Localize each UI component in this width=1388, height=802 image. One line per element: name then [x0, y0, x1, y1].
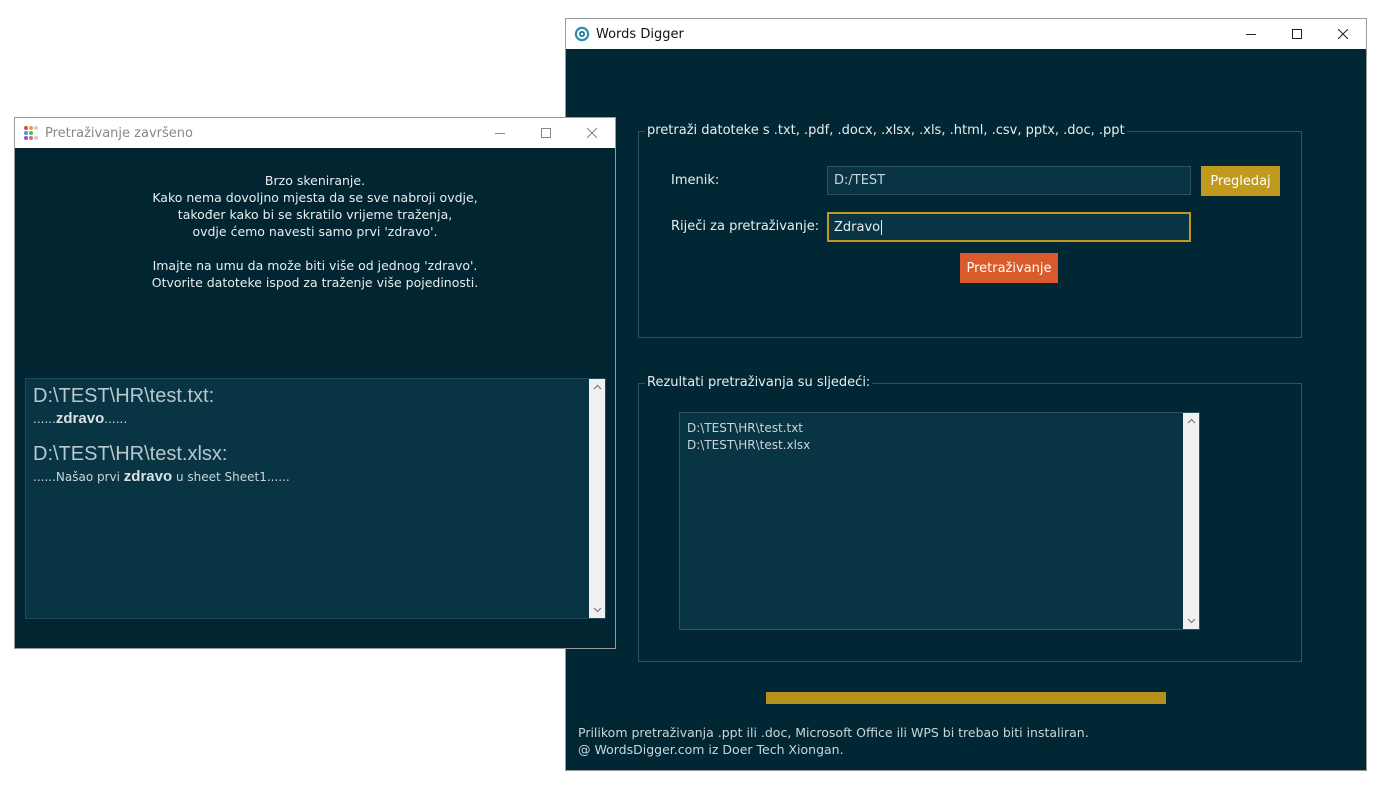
dialog-close-button[interactable] — [569, 118, 615, 148]
scroll-up-icon[interactable] — [1183, 413, 1199, 429]
search-words-label: Riječi za pretraživanje: — [671, 219, 820, 234]
directory-input-value: D:/TEST — [834, 173, 886, 188]
search-progress-bar — [766, 692, 1166, 704]
details-scrollbar[interactable] — [589, 379, 605, 618]
scroll-up-icon[interactable] — [589, 379, 605, 395]
dialog-message: Brzo skeniranje. Kako nema dovoljno mjes… — [15, 172, 615, 291]
close-icon — [587, 128, 597, 138]
message-line: također kako bi se skratilo vrijeme traž… — [177, 207, 453, 222]
search-words-input-value: Zdravo — [834, 219, 881, 235]
details-box[interactable]: D:\TEST\HR\test.txt: ......zdravo...... … — [25, 378, 606, 619]
close-icon — [1338, 29, 1348, 39]
dialog-client-area: Brzo skeniranje. Kako nema dovoljno mjes… — [15, 149, 615, 648]
detail-file-path: D:\TEST\HR\test.txt: — [33, 385, 215, 407]
browse-button[interactable]: Pregledaj — [1201, 166, 1280, 196]
dialog-title: Pretraživanje završeno — [45, 125, 193, 141]
message-line: Brzo skeniranje. — [264, 173, 366, 188]
file-types-legend: pretraži datoteke s .txt, .pdf, .docx, .… — [645, 123, 1127, 138]
results-legend: Rezultati pretraživanja su sljedeći: — [645, 375, 873, 390]
result-item[interactable]: D:\TEST\HR\test.txt — [687, 420, 810, 437]
app-logo-icon — [574, 26, 590, 42]
dots-app-icon — [24, 126, 38, 140]
main-client-area: pretraži datoteke s .txt, .pdf, .docx, .… — [566, 50, 1366, 770]
words-digger-window: Words Digger pretraži datoteke s .txt, .… — [565, 18, 1367, 771]
dialog-minimize-button[interactable] — [477, 118, 523, 148]
minimize-button[interactable] — [1228, 19, 1274, 49]
main-title-bar[interactable]: Words Digger — [566, 19, 1366, 49]
maximize-button[interactable] — [1274, 19, 1320, 49]
text-caret — [881, 219, 883, 235]
search-button[interactable]: Pretraživanje — [960, 253, 1058, 283]
footer-note: Prilikom pretraživanja .ppt ili .doc, Mi… — [578, 725, 1089, 740]
dialog-title-bar[interactable]: Pretraživanje završeno — [15, 118, 615, 148]
search-finished-dialog: Pretraživanje završeno Brzo skeniranje. … — [14, 117, 616, 649]
message-line: Kako nema dovoljno mjesta da se sve nabr… — [152, 190, 478, 205]
main-window-title: Words Digger — [596, 26, 684, 42]
directory-input[interactable]: D:/TEST — [827, 166, 1191, 195]
search-words-input[interactable]: Zdravo — [827, 212, 1191, 242]
close-button[interactable] — [1320, 19, 1366, 49]
maximize-icon — [541, 128, 551, 138]
message-line: Otvorite datoteke ispod za traženje više… — [151, 275, 479, 290]
results-scrollbar[interactable] — [1183, 413, 1199, 629]
detail-file-path: D:\TEST\HR\test.xlsx: — [33, 443, 228, 465]
directory-label: Imenik: — [671, 173, 720, 188]
detail-keyword: zdravo — [55, 410, 105, 427]
minimize-icon — [1246, 34, 1256, 35]
detail-snippet: ......Našao prvi zdravo u sheet Sheet1..… — [33, 468, 290, 485]
message-line: Imajte na umu da može biti više od jedno… — [152, 258, 478, 273]
maximize-icon — [1292, 29, 1302, 39]
scroll-down-icon[interactable] — [589, 602, 605, 618]
dialog-maximize-button[interactable] — [523, 118, 569, 148]
scroll-down-icon[interactable] — [1183, 613, 1199, 629]
detail-keyword: zdravo — [123, 468, 173, 485]
result-item[interactable]: D:\TEST\HR\test.xlsx — [687, 437, 810, 454]
detail-snippet: ......zdravo...... — [33, 410, 128, 427]
minimize-icon — [495, 133, 505, 134]
message-line: ovdje ćemo navesti samo prvi 'zdravo'. — [192, 224, 438, 239]
results-list[interactable]: D:\TEST\HR\test.txt D:\TEST\HR\test.xlsx — [679, 412, 1200, 630]
footer-copyright: @ WordsDigger.com iz Doer Tech Xiongan. — [578, 742, 844, 757]
